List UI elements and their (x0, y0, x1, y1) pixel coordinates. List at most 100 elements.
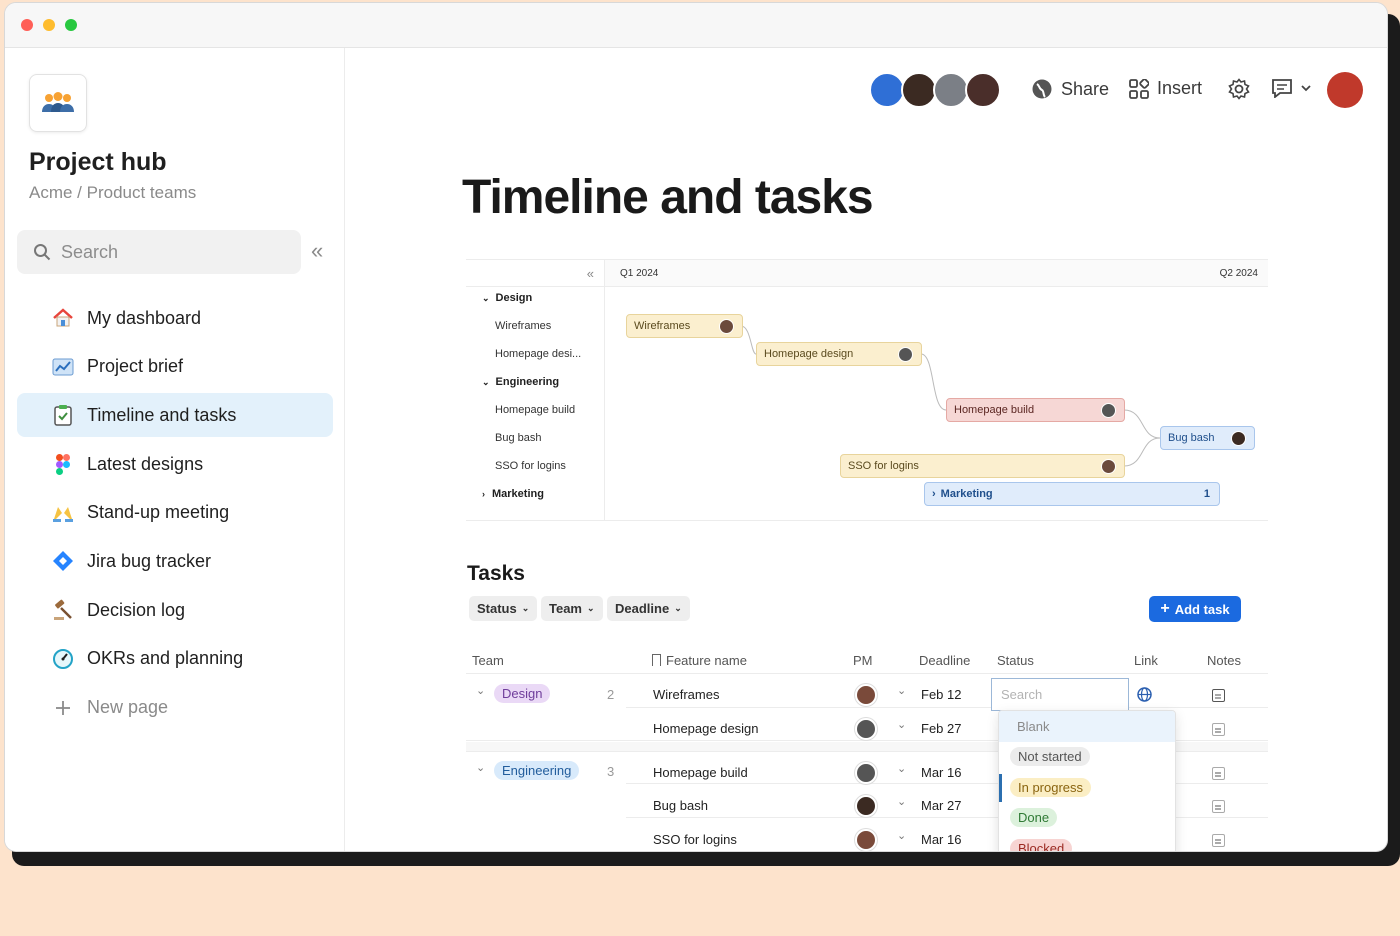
sidebar-item-my-dashboard[interactable]: My dashboard (17, 296, 333, 340)
sidebar-item-jira-bug-tracker[interactable]: Jira bug tracker (17, 539, 333, 583)
new-page-button[interactable]: New page (17, 686, 333, 730)
collapse-sidebar-icon[interactable]: « (311, 238, 323, 264)
insert-button[interactable]: Insert (1129, 78, 1202, 99)
chevron-down-icon[interactable]: ⌄ (897, 829, 906, 842)
page-title: Timeline and tasks (462, 171, 874, 224)
notes-icon[interactable] (1212, 723, 1225, 736)
timeline-outline: « ⌄ Design Wireframes Homepage desi... ⌄ E… (466, 260, 605, 520)
selection-indicator (999, 774, 1002, 802)
chevron-down-icon[interactable]: ⌄ (476, 761, 485, 774)
gantt-bar-marketing[interactable]: › Marketing 1 (924, 482, 1220, 506)
outline-group-engineering[interactable]: ⌄ Engineering (482, 376, 559, 388)
avatar (719, 319, 734, 334)
chevron-down-icon: ⌄ (482, 293, 490, 303)
avatar[interactable] (855, 684, 877, 706)
avatar[interactable] (965, 72, 1001, 108)
outline-header: « (466, 260, 604, 287)
outline-item[interactable]: Bug bash (495, 432, 541, 444)
outline-item[interactable]: Homepage desi... (495, 348, 581, 360)
comments-menu-button[interactable] (1271, 78, 1311, 98)
globe-link-icon[interactable] (1137, 687, 1152, 705)
minimize-window-button[interactable] (43, 19, 55, 31)
status-option-not-started[interactable]: Not started (999, 742, 1175, 773)
settings-button[interactable] (1228, 78, 1250, 100)
avatar[interactable] (869, 72, 905, 108)
share-button[interactable]: Share (1031, 78, 1109, 100)
notes-icon[interactable] (1212, 689, 1225, 702)
outline-item[interactable]: Homepage build (495, 404, 575, 416)
notes-icon[interactable] (1212, 800, 1225, 813)
collaborator-avatars[interactable] (869, 72, 1001, 108)
gantt-bar-homepage-build[interactable]: Homepage build (946, 398, 1125, 422)
sidebar-item-project-brief[interactable]: Project brief (17, 345, 333, 389)
sidebar-item-decision-log[interactable]: Decision log (17, 588, 333, 632)
outline-item[interactable]: Wireframes (495, 320, 551, 332)
column-header-notes[interactable]: Notes (1207, 653, 1241, 668)
status-option-in-progress[interactable]: In progress (999, 772, 1175, 803)
sidebar-item-label: OKRs and planning (87, 648, 244, 669)
chevron-right-icon: › (482, 489, 485, 499)
tasks-heading: Tasks (467, 562, 525, 585)
grid-icon (1129, 78, 1149, 99)
filter-status[interactable]: Status ⌄ (469, 596, 538, 621)
collapse-outline-icon[interactable]: « (587, 266, 594, 281)
avatar[interactable] (933, 72, 969, 108)
column-header-pm[interactable]: PM (853, 653, 873, 668)
status-search-input[interactable]: Search (991, 678, 1129, 711)
chevron-down-icon: ⌄ (587, 603, 595, 613)
outline-group-marketing[interactable]: › Marketing (482, 488, 544, 500)
status-option-done[interactable]: Done (999, 803, 1175, 834)
feature-name: SSO for logins (653, 832, 737, 847)
avatar[interactable] (855, 718, 877, 740)
sidebar-search[interactable]: Search (17, 230, 301, 274)
gantt-bar-sso-for-logins[interactable]: SSO for logins (840, 454, 1125, 478)
chevron-down-icon[interactable]: ⌄ (476, 684, 485, 697)
gantt-bar-wireframes[interactable]: Wireframes (626, 314, 743, 338)
chevron-down-icon[interactable]: ⌄ (897, 762, 906, 775)
outline-item[interactable]: SSO for logins (495, 460, 566, 472)
close-window-button[interactable] (21, 19, 33, 31)
column-header-team[interactable]: Team (472, 653, 504, 668)
notes-icon[interactable] (1212, 834, 1225, 847)
user-avatar[interactable] (1327, 72, 1363, 108)
avatar[interactable] (855, 762, 877, 784)
column-header-status[interactable]: Status (997, 653, 1034, 668)
team-tag-engineering: Engineering (494, 761, 580, 780)
team-tag-design: Design (494, 684, 551, 703)
avatar[interactable] (855, 829, 877, 851)
filter-team[interactable]: Team ⌄ (541, 596, 603, 621)
sidebar-item-label: Decision log (87, 599, 186, 620)
chevron-down-icon[interactable]: ⌄ (897, 684, 906, 697)
sidebar-item-latest-designs[interactable]: Latest designs (17, 442, 333, 486)
column-header-link[interactable]: Link (1134, 653, 1158, 668)
chevron-down-icon[interactable]: ⌄ (897, 795, 906, 808)
add-task-button[interactable]: + Add task (1149, 596, 1241, 622)
workspace-logo[interactable] (29, 74, 87, 132)
notes-icon[interactable] (1212, 767, 1225, 780)
sidebar-item-okrs-and-planning[interactable]: OKRs and planning (17, 637, 333, 681)
gavel-icon (51, 598, 75, 622)
insert-label: Insert (1157, 78, 1203, 98)
target-icon (51, 647, 75, 671)
gantt-bar-bug-bash[interactable]: Bug bash (1160, 426, 1255, 450)
avatar (1101, 459, 1116, 474)
outline-group-design[interactable]: ⌄ Design (482, 292, 532, 304)
avatar (1231, 431, 1246, 446)
feature-name: Homepage design (653, 721, 759, 736)
sidebar-item-timeline-and-tasks[interactable]: Timeline and tasks (17, 393, 333, 438)
share-label: Share (1061, 78, 1110, 99)
sidebar: Project hub Acme / Product teams Search … (5, 48, 345, 851)
sidebar-item-stand-up-meeting[interactable]: Stand-up meeting (17, 491, 333, 535)
filter-deadline[interactable]: Deadline ⌄ (607, 596, 690, 621)
status-option-blank[interactable]: Blank (999, 711, 1175, 742)
column-header-deadline[interactable]: Deadline (919, 653, 970, 668)
chevron-down-icon[interactable]: ⌄ (897, 718, 906, 731)
column-header-feature[interactable]: Feature name (652, 653, 747, 668)
gantt-bar-homepage-design[interactable]: Homepage design (756, 342, 922, 366)
sidebar-item-label: Stand-up meeting (87, 502, 230, 523)
avatar[interactable] (901, 72, 937, 108)
breadcrumb[interactable]: Acme / Product teams (29, 183, 196, 203)
avatar[interactable] (855, 795, 877, 817)
maximize-window-button[interactable] (65, 19, 77, 31)
status-option-blocked[interactable]: Blocked (999, 833, 1175, 851)
